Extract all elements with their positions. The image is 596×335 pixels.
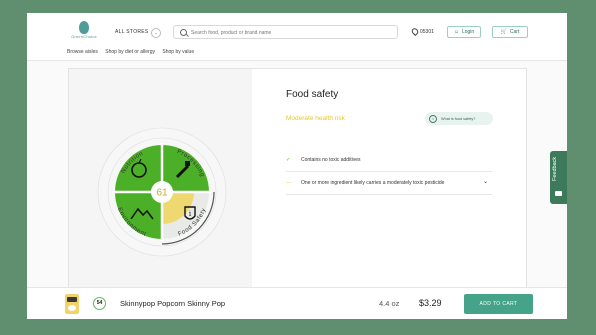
what-is-label: What is food safety?: [441, 116, 476, 121]
add-to-cart-button[interactable]: ADD TO CART: [464, 294, 533, 314]
chevron-down-icon[interactable]: ⌄: [151, 28, 161, 38]
search-icon: [180, 29, 187, 36]
product-size: 4.4 oz: [379, 299, 400, 308]
dash-icon: —: [286, 180, 291, 186]
leaf-icon: [79, 21, 89, 34]
cart-label: Cart: [509, 29, 520, 35]
user-icon: ☺: [453, 29, 459, 35]
risk-label: Moderate health risk: [286, 115, 345, 122]
location-pin-icon: [410, 26, 420, 37]
chat-icon: [555, 191, 562, 196]
center-score: 61: [156, 188, 168, 199]
score-wheel: 61 i Nutrition Processing Food Safety En…: [97, 127, 227, 257]
detail-row-text: Contains no toxic additives: [301, 157, 361, 163]
wheel-panel: 61 i Nutrition Processing Food Safety En…: [69, 69, 252, 287]
detail-title: Food safety: [286, 89, 339, 100]
detail-row-expandable[interactable]: — One or more ingredient likely carries …: [286, 172, 492, 195]
login-label: Login: [461, 29, 475, 35]
site-header: GreenChoice ALL STORES ⌄ Search food, pr…: [27, 13, 567, 61]
check-icon: ✓: [286, 157, 291, 163]
product-image: [65, 294, 79, 314]
product-price: $3.29: [419, 298, 442, 308]
product-name: Skinnypop Popcorn Skinny Pop: [120, 299, 226, 308]
logo[interactable]: GreenChoice: [67, 21, 101, 43]
search-input[interactable]: Search food, product or brand name: [173, 25, 398, 39]
detail-row: ✓ Contains no toxic additives: [286, 149, 492, 172]
nav-bar: Browse aisles Shop by diet or allergy Sh…: [67, 49, 200, 55]
search-placeholder: Search food, product or brand name: [191, 30, 272, 36]
nav-shop-by-diet[interactable]: Shop by diet or allergy: [105, 49, 155, 55]
cart-button[interactable]: 🛒 Cart: [492, 26, 528, 38]
score-card: 61 i Nutrition Processing Food Safety En…: [68, 68, 527, 288]
what-is-food-safety-button[interactable]: i What is food safety?: [425, 112, 493, 125]
product-bar: 54 Skinnypop Popcorn Skinny Pop 4.4 oz $…: [27, 287, 567, 319]
cart-icon: 🛒: [500, 29, 507, 35]
zip-code[interactable]: 05301: [420, 29, 434, 35]
login-button[interactable]: ☺ Login: [447, 26, 481, 38]
browser-window: GreenChoice ALL STORES ⌄ Search food, pr…: [27, 13, 567, 319]
product-score-badge: 54: [93, 297, 106, 310]
nav-browse-aisles[interactable]: Browse aisles: [67, 49, 98, 55]
main-content: 61 i Nutrition Processing Food Safety En…: [27, 61, 567, 288]
info-icon: i: [429, 114, 437, 123]
store-selector[interactable]: ALL STORES: [115, 29, 149, 35]
feedback-label: Feedback: [552, 156, 558, 181]
detail-row-text: One or more ingredient likely carries a …: [301, 180, 445, 186]
feedback-tab[interactable]: Feedback: [550, 151, 567, 204]
logo-text: GreenChoice: [71, 34, 97, 39]
chevron-down-icon[interactable]: ⌄: [483, 178, 488, 185]
nav-shop-by-value[interactable]: Shop by value: [162, 49, 194, 55]
